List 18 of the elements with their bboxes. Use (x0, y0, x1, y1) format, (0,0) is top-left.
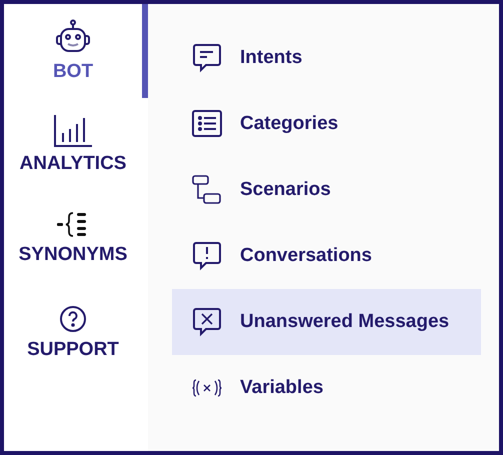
menu-item[interactable]: Intents (172, 25, 481, 91)
cross-message-icon (192, 307, 222, 337)
rail-tab[interactable]: ANALYTICS (4, 98, 148, 192)
bar-chart-icon (53, 115, 93, 147)
rail-tab[interactable]: SUPPORT (4, 286, 148, 380)
robot-icon (54, 19, 92, 55)
menu-item[interactable]: Scenarios (172, 157, 481, 223)
rail-tab[interactable]: SYNONYMS (4, 192, 148, 286)
help-icon (59, 305, 87, 333)
list-icon (192, 110, 222, 138)
menu-item[interactable]: Variables (172, 355, 481, 421)
menu-item[interactable]: Categories (172, 91, 481, 157)
message-icon (192, 43, 222, 73)
variable-icon (192, 379, 222, 397)
flow-icon (192, 175, 222, 205)
menu-item[interactable]: Conversations (172, 223, 481, 289)
alert-message-icon (192, 241, 222, 271)
menu-item[interactable]: Unanswered Messages (172, 289, 481, 355)
